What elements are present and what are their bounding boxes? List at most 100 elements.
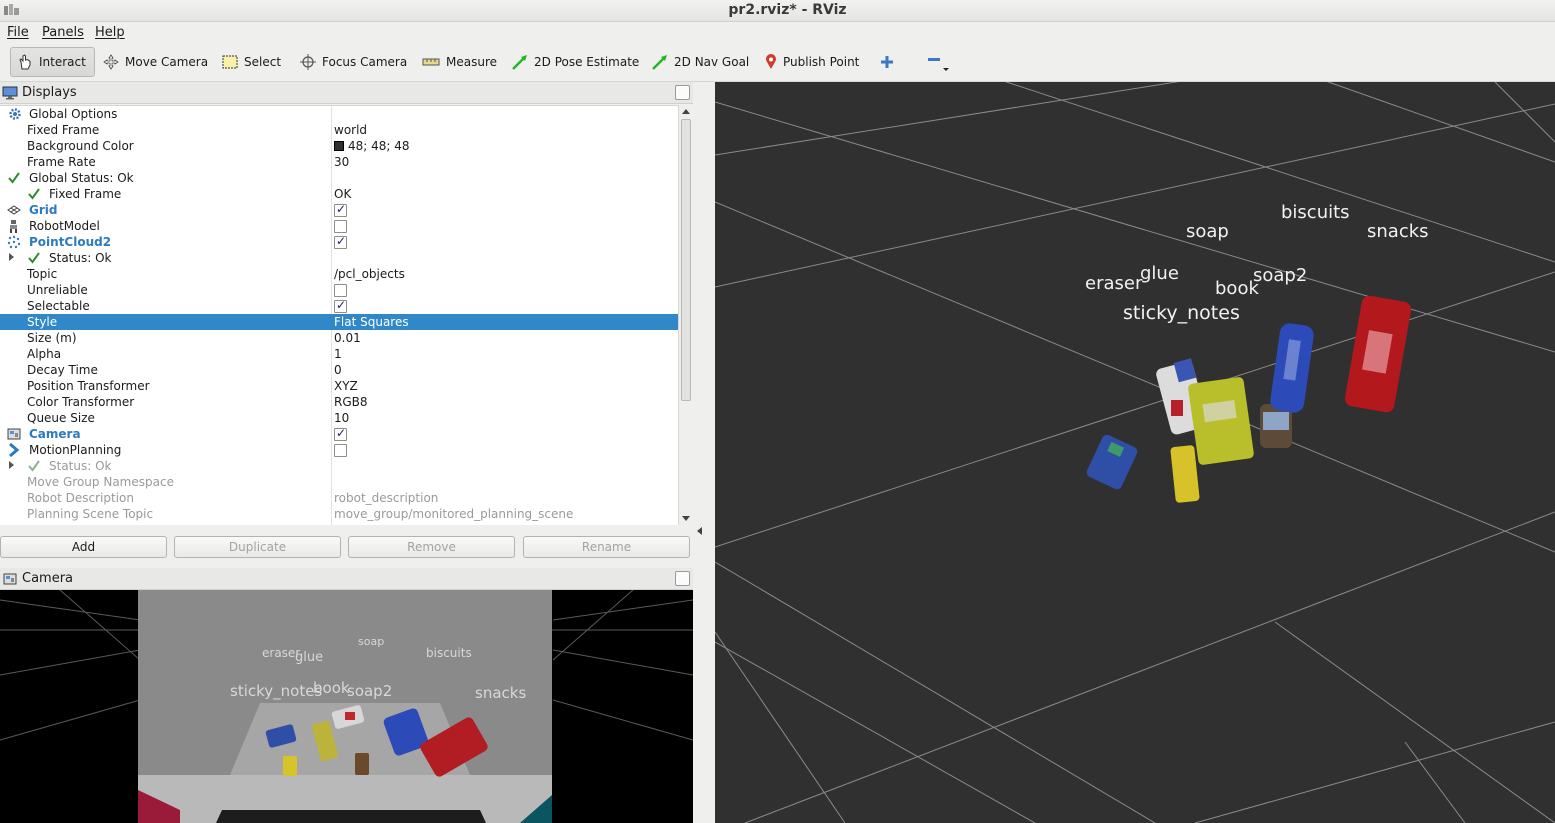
tree-row-position-transformer[interactable]: Position Transformer XYZ [0,378,678,394]
color-transformer-value[interactable]: RGB8 [334,394,368,410]
row-label: Queue Size [27,411,95,425]
alpha-value[interactable]: 1 [334,346,342,362]
tree-row-robot-model[interactable]: RobotModel [0,218,678,234]
tree-row-camera[interactable]: Camera [0,426,678,442]
publish-point-tool-button[interactable]: Publish Point [759,47,865,77]
size-value[interactable]: 0.01 [334,330,361,346]
robot-model-checkbox[interactable] [334,220,347,233]
panel-float-button[interactable] [675,85,690,100]
interact-tool-button[interactable]: Interact [10,47,95,77]
tree-row-robot-description[interactable]: Robot Description robot_description [0,490,678,506]
tree-row-alpha[interactable]: Alpha 1 [0,346,678,362]
tree-row-topic[interactable]: Topic /pcl_objects [0,266,678,282]
frame-rate-value[interactable]: 30 [334,154,349,170]
tree-row-fixed-frame[interactable]: Fixed Frame world [0,122,678,138]
tree-row-color-transformer[interactable]: Color Transformer RGB8 [0,394,678,410]
background-color-value[interactable]: 48; 48; 48 [334,138,410,154]
panel-float-button[interactable] [675,571,690,586]
scroll-up-icon[interactable] [682,109,690,114]
tree-row-global-status[interactable]: Global Status: Ok [0,170,678,186]
topic-value[interactable]: /pcl_objects [334,266,405,282]
tree-row-status-ok[interactable]: Status: Ok [0,250,678,266]
motion-planning-checkbox[interactable] [334,444,347,457]
menu-file[interactable]: File [7,25,29,40]
measure-tool-button[interactable]: Measure [416,47,503,77]
menu-panels[interactable]: Panels [42,25,84,40]
nav-goal-label: 2D Nav Goal [674,55,750,69]
tree-row-decay-time[interactable]: Decay Time 0 [0,362,678,378]
camera-label-biscuits: biscuits [426,646,472,660]
pointcloud-icon [7,235,21,249]
tree-row-motion-planning[interactable]: MotionPlanning [0,442,678,458]
scroll-down-icon[interactable] [682,516,690,521]
row-label: Topic [27,267,58,281]
tree-row-background-color[interactable]: Background Color 48; 48; 48 [0,138,678,154]
tree-row-fixed-frame-status[interactable]: Fixed Frame OK [0,186,678,202]
add-button[interactable]: Add [0,536,167,558]
tree-row-pointcloud2[interactable]: PointCloud2 [0,234,678,250]
move-camera-tool-button[interactable]: Move Camera [97,47,214,77]
unreliable-checkbox[interactable] [334,284,347,297]
minus-icon [928,58,949,71]
tree-row-selectable[interactable]: Selectable [0,298,678,314]
planning-scene-topic-value[interactable]: move_group/monitored_planning_scene [334,506,573,522]
add-tool-button[interactable] [874,47,900,77]
expand-arrow-icon[interactable] [9,253,14,261]
tree-row-planning-scene-topic[interactable]: Planning Scene Topic move_group/monitore… [0,506,678,522]
robot-description-value[interactable]: robot_description [334,490,438,506]
menu-help[interactable]: Help [95,25,125,40]
row-label: Fixed Frame [27,123,100,137]
tree-row-style[interactable]: Style Flat Squares [0,314,678,330]
decay-time-value[interactable]: 0 [334,362,342,378]
tree-row-move-group-namespace[interactable]: Move Group Namespace [0,474,678,490]
camera-checkbox[interactable] [334,426,347,441]
row-label: Robot Description [27,491,134,505]
remove-button[interactable]: Remove [348,536,515,558]
label-biscuits: biscuits [1281,202,1350,223]
camera-image-view[interactable]: eraser glue soap biscuits sticky_notes b… [0,590,693,823]
fixed-frame-value[interactable]: world [334,122,367,138]
camera-icon [3,573,17,584]
nav-goal-tool-button[interactable]: 2D Nav Goal [646,47,755,77]
tree-row-grid[interactable]: Grid [0,202,678,218]
panel-splitter[interactable] [693,82,715,823]
tree-row-size[interactable]: Size (m) 0.01 [0,330,678,346]
crosshair-icon [300,54,316,70]
collapse-arrow-icon[interactable] [697,527,702,535]
tree-row-global-options[interactable]: Global Options [0,106,678,122]
select-tool-button[interactable]: Select [216,47,287,77]
tree-row-mp-status[interactable]: Status: Ok [0,458,678,474]
tree-scrollbar[interactable] [678,105,692,525]
remove-tool-button[interactable] [920,47,956,77]
render-3d-view[interactable]: soap biscuits snacks eraser glue soap2 b… [715,82,1555,823]
rename-button[interactable]: Rename [523,536,690,558]
duplicate-button[interactable]: Duplicate [174,536,341,558]
tree-row-unreliable[interactable]: Unreliable [0,282,678,298]
green-arrow-icon [512,55,527,70]
row-label: Global Status: Ok [29,171,134,185]
row-label: Color Transformer [27,395,135,409]
position-transformer-value[interactable]: XYZ [334,378,358,394]
row-label: Fixed Frame [49,187,122,201]
row-label: RobotModel [29,219,100,233]
expand-arrow-icon[interactable] [9,461,14,469]
queue-size-value[interactable]: 10 [334,410,349,426]
camera-label-snacks: snacks [475,684,527,702]
focus-camera-tool-button[interactable]: Focus Camera [294,47,413,77]
camera-label-soap: soap [358,635,385,648]
pose-estimate-tool-button[interactable]: 2D Pose Estimate [506,47,645,77]
fixed-frame-status-value: OK [334,187,352,201]
camera-panel-header: Camera [0,568,693,590]
row-label: Size (m) [27,331,77,345]
pointcloud2-checkbox[interactable] [334,234,347,249]
robot-icon [10,220,17,233]
selectable-checkbox[interactable] [334,298,347,313]
grid-checkbox[interactable] [334,202,347,217]
style-value[interactable]: Flat Squares [334,314,409,330]
row-label: MotionPlanning [29,443,122,457]
tree-row-frame-rate[interactable]: Frame Rate 30 [0,154,678,170]
tree-row-queue-size[interactable]: Queue Size 10 [0,410,678,426]
scroll-thumb[interactable] [681,119,691,401]
monitor-icon [2,86,18,99]
row-label: Planning Scene Topic [27,507,154,521]
